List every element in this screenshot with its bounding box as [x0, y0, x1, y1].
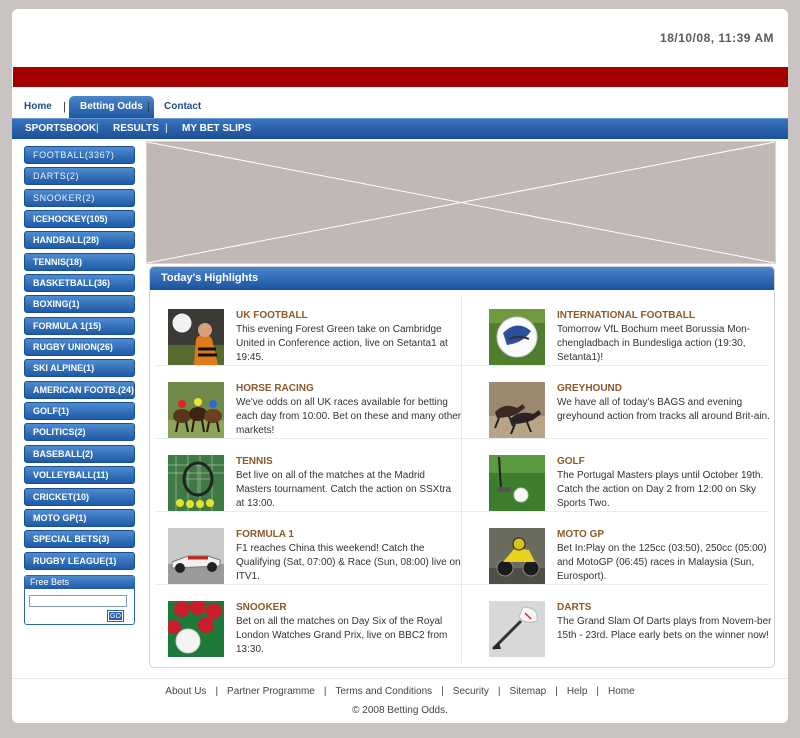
dart-icon	[489, 601, 545, 657]
highlight-title: GREYHOUND	[557, 383, 623, 394]
tab-home[interactable]: Home	[24, 96, 52, 118]
highlight-title: GOLF	[557, 456, 585, 467]
highlight-snooker[interactable]: SNOOKER Bet on all the matches on Day Si…	[168, 601, 468, 667]
header-red-bar	[13, 67, 788, 87]
highlight-text: Bet on all the matches on Day Six of the…	[236, 616, 448, 655]
sidebar-item-formula-1[interactable]: FORMULA 1(15)	[24, 316, 135, 335]
footer-copyright: © 2008 Betting Odds.	[352, 705, 448, 716]
sidebar-item-moto-gp[interactable]: MOTO GP(1)	[24, 508, 135, 527]
race-car-icon	[168, 528, 224, 584]
banner-image-placeholder	[146, 141, 776, 264]
subnav-results[interactable]: RESULTS	[113, 119, 159, 139]
footer-link-sitemap[interactable]: Sitemap	[510, 686, 547, 697]
sidebar-item-handball[interactable]: HANDBALL(28)	[24, 231, 135, 250]
free-bets-title: Free Bets	[25, 576, 134, 589]
subnav-sportsbook[interactable]: SPORTSBOOK	[25, 119, 96, 139]
highlight-golf[interactable]: GOLF The Portugal Masters plays until Oc…	[489, 455, 774, 527]
footer-link-security[interactable]: Security	[453, 686, 489, 697]
highlight-text: This evening Forest Green take on Cambri…	[236, 324, 448, 363]
sidebar-item-rugby-union[interactable]: RUGBY UNION(26)	[24, 338, 135, 357]
highlight-tennis[interactable]: TENNIS Bet live on all of the matches at…	[168, 455, 468, 527]
header-datetime: 18/10/08, 11:39 AM	[660, 31, 774, 45]
footer-links: About Us | Partner Programme | Terms and Con…	[165, 686, 635, 697]
sidebar-item-boxing[interactable]: BOXING(1)	[24, 295, 135, 314]
highlight-title: INTERNATIONAL FOOTBALL	[557, 310, 695, 321]
sidebar-item-snooker[interactable]: SNOOKER(2)	[24, 188, 135, 207]
highlight-horse-racing[interactable]: HORSE RACING We've odds on all UK races …	[168, 382, 468, 454]
tab-contact[interactable]: Contact	[164, 96, 201, 118]
sidebar-item-rugby-league[interactable]: RUGBY LEAGUE(1)	[24, 551, 135, 570]
page: 18/10/08, 11:39 AM Home | Betting Odds |…	[12, 9, 788, 723]
golf-ball-icon	[489, 455, 545, 511]
highlight-formula-1[interactable]: FORMULA 1 F1 reaches China this weekend!…	[168, 528, 468, 600]
highlight-darts[interactable]: DARTS The Grand Slam Of Darts plays from…	[489, 601, 774, 667]
sub-nav: SPORTSBOOK | RESULTS | MY BET SLIPS	[12, 118, 788, 139]
subnav-my-bet-slips[interactable]: MY BET SLIPS	[182, 119, 251, 139]
motorbike-icon	[489, 528, 545, 584]
sidebar-item-special-bets[interactable]: SPECIAL BETS(3)	[24, 530, 135, 549]
football-player-icon	[168, 309, 224, 365]
sidebar-item-basketball[interactable]: BASKETBALL(36)	[24, 274, 135, 293]
free-bets-input[interactable]	[29, 595, 127, 607]
sidebar-item-ski-alpine[interactable]: SKI ALPINE(1)	[24, 359, 135, 378]
snooker-balls-icon	[168, 601, 224, 657]
greyhound-icon	[489, 382, 545, 438]
highlight-title: TENNIS	[236, 456, 273, 467]
sidebar-item-baseball[interactable]: BASEBALL(2)	[24, 444, 135, 463]
sidebar-item-icehockey[interactable]: ICEHOCKEY(105)	[24, 210, 135, 229]
sports-sidebar: FOOTBALL(3367) DARTS(2) SNOOKER(2) ICEHO…	[24, 146, 136, 573]
footer-link-home[interactable]: Home	[608, 686, 635, 697]
highlight-title: UK FOOTBALL	[236, 310, 308, 321]
broken-image-icon	[147, 142, 775, 263]
highlight-greyhound[interactable]: GREYHOUND We have all of today's BAGS an…	[489, 382, 774, 454]
sidebar-item-american-football[interactable]: AMERICAN FOOTB.(24)	[24, 380, 135, 399]
highlight-text: Bet In:Play on the 125cc (03:50), 250cc …	[557, 543, 767, 582]
highlight-text: The Grand Slam Of Darts plays from Novem…	[557, 616, 772, 641]
sidebar-item-golf[interactable]: GOLF(1)	[24, 402, 135, 421]
sidebar-item-cricket[interactable]: CRICKET(10)	[24, 487, 135, 506]
footer: About Us | Partner Programme | Terms and Con…	[12, 678, 788, 716]
sidebar-item-tennis[interactable]: TENNIS(18)	[24, 252, 135, 271]
highlight-text: Bet live on all of the matches at the Ma…	[236, 470, 452, 509]
soccer-ball-icon	[489, 309, 545, 365]
tennis-racket-icon	[168, 455, 224, 511]
todays-highlights: Today's Highlights UK FOOTBALL This even…	[149, 266, 775, 668]
highlight-text: The Portugal Masters plays until October…	[557, 470, 764, 509]
highlight-title: FORMULA 1	[236, 529, 294, 540]
horse-racing-icon	[168, 382, 224, 438]
sidebar-item-football[interactable]: FOOTBALL(3367)	[24, 146, 135, 164]
free-bets-box: Free Bets GO	[24, 575, 135, 625]
highlight-title: DARTS	[557, 602, 592, 613]
highlights-title: Today's Highlights	[150, 267, 774, 290]
sidebar-item-darts[interactable]: DARTS(2)	[24, 167, 135, 186]
highlight-text: F1 reaches China this weekend! Catch the…	[236, 543, 461, 582]
highlight-title: MOTO GP	[557, 529, 605, 540]
footer-link-help[interactable]: Help	[567, 686, 588, 697]
highlight-title: HORSE RACING	[236, 383, 314, 394]
footer-link-terms[interactable]: Terms and Conditions	[335, 686, 432, 697]
free-bets-go-button[interactable]: GO	[107, 610, 124, 622]
top-nav: Home | Betting Odds | Contact	[12, 96, 788, 118]
tab-betting-odds[interactable]: Betting Odds	[69, 96, 154, 118]
highlight-title: SNOOKER	[236, 602, 287, 613]
highlight-text: We have all of today's BAGS and evening …	[557, 397, 770, 422]
highlight-text: We've odds on all UK races available for…	[236, 397, 462, 436]
highlight-uk-football[interactable]: UK FOOTBALL This evening Forest Green ta…	[168, 309, 468, 381]
highlight-international-football[interactable]: INTERNATIONAL FOOTBALL Tomorrow VfL Boch…	[489, 309, 774, 381]
highlight-moto-gp[interactable]: MOTO GP Bet In:Play on the 125cc (03:50)…	[489, 528, 774, 600]
footer-link-partner-programme[interactable]: Partner Programme	[227, 686, 315, 697]
sidebar-item-politics[interactable]: POLITICS(2)	[24, 423, 135, 442]
footer-link-about-us[interactable]: About Us	[165, 686, 206, 697]
highlight-text: Tomorrow VfL Bochum meet Borussia Mon-ch…	[557, 324, 751, 363]
sidebar-item-volleyball[interactable]: VOLLEYBALL(11)	[24, 466, 135, 485]
